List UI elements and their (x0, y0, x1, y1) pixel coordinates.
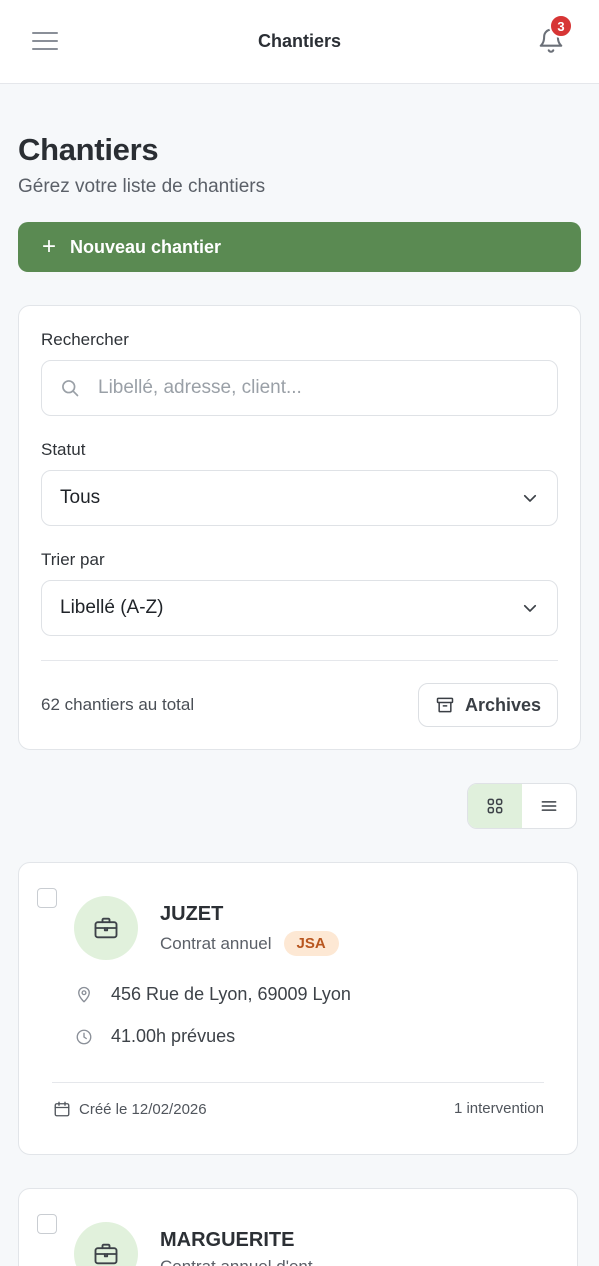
search-label: Rechercher (41, 330, 129, 349)
list-view-button[interactable] (522, 784, 576, 828)
status-selected-value: Tous (60, 487, 101, 508)
chevron-down-icon (523, 494, 537, 502)
created-date-row: Créé le 12/02/2026 (53, 1100, 207, 1118)
hamburger-menu-icon[interactable] (32, 32, 58, 52)
chantier-contract-row: Contrat annuel JSA (160, 931, 339, 956)
chantier-card[interactable]: JUZET Contrat annuel JSA 456 Rue de Lyon… (18, 862, 578, 1155)
page-subtitle: Gérez votre liste de chantiers (18, 176, 266, 197)
search-icon (62, 380, 79, 397)
search-input[interactable] (98, 377, 518, 399)
created-date: Créé le 12/02/2026 (79, 1100, 207, 1118)
archives-button[interactable]: Archives (417, 683, 558, 727)
header-title: Chantiers (257, 31, 342, 51)
chantier-avatar (74, 896, 138, 960)
archives-label: Archives (464, 694, 541, 715)
clock-icon (76, 1029, 92, 1044)
page-heading: Chantiers Gérez votre liste de chantiers (0, 84, 599, 198)
intervention-count: 1 intervention (453, 1100, 544, 1117)
card-checkbox[interactable] (37, 1214, 57, 1234)
chantier-hours-row: 41.00h prévues (75, 1026, 235, 1047)
list-icon (541, 801, 557, 811)
total-count: 62 chantiers au total (41, 695, 195, 714)
briefcase-icon (94, 1243, 118, 1265)
briefcase-icon (94, 917, 118, 939)
search-field[interactable] (41, 360, 558, 416)
client-tag: JSA (283, 931, 339, 956)
chantier-name: MARGUERITE (160, 1229, 295, 1251)
status-select[interactable]: Tous (41, 470, 558, 526)
chantier-contract: Contrat annuel (160, 933, 272, 953)
view-toggle (0, 783, 577, 829)
chevron-down-icon (523, 604, 537, 612)
grid-icon (487, 798, 503, 814)
calendar-icon (54, 1101, 70, 1117)
chantier-avatar (74, 1222, 138, 1266)
sort-selected-value: Libellé (A-Z) (60, 597, 164, 618)
chantier-name: JUZET (160, 903, 224, 925)
map-pin-icon (78, 986, 90, 1002)
chantier-card[interactable]: MARGUERITE Contrat annuel d'ent... (18, 1188, 578, 1266)
notification-count-badge: 3 (549, 14, 573, 38)
chantier-hours: 41.00h prévues (111, 1026, 236, 1046)
plus-icon: + (42, 233, 57, 260)
filters-panel: Rechercher Statut Tous Trier par Libellé… (18, 305, 581, 750)
status-label: Statut (41, 440, 86, 459)
card-checkbox[interactable] (37, 888, 57, 908)
top-bar: Chantiers 3 (0, 0, 599, 84)
chantier-address: 456 Rue de Lyon, 69009 Lyon (111, 984, 351, 1004)
card-footer: Créé le 12/02/2026 1 intervention (53, 1100, 544, 1118)
page-title: Chantiers (18, 132, 159, 167)
new-chantier-button[interactable]: + Nouveau chantier (18, 222, 581, 272)
chantier-contract-row: Contrat annuel d'ent... (160, 1257, 327, 1266)
grid-view-button[interactable] (468, 784, 522, 828)
new-chantier-label: Nouveau chantier (70, 236, 222, 257)
filters-divider (41, 660, 558, 661)
chantier-address-row: 456 Rue de Lyon, 69009 Lyon (75, 984, 351, 1005)
sort-label: Trier par (41, 550, 105, 569)
archive-box-icon (436, 697, 454, 713)
card-divider (52, 1082, 544, 1083)
sort-select[interactable]: Libellé (A-Z) (41, 580, 558, 636)
chantier-contract: Contrat annuel d'ent... (160, 1257, 327, 1266)
notifications-button[interactable]: 3 (537, 14, 573, 56)
total-row: 62 chantiers au total Archives (41, 683, 558, 727)
